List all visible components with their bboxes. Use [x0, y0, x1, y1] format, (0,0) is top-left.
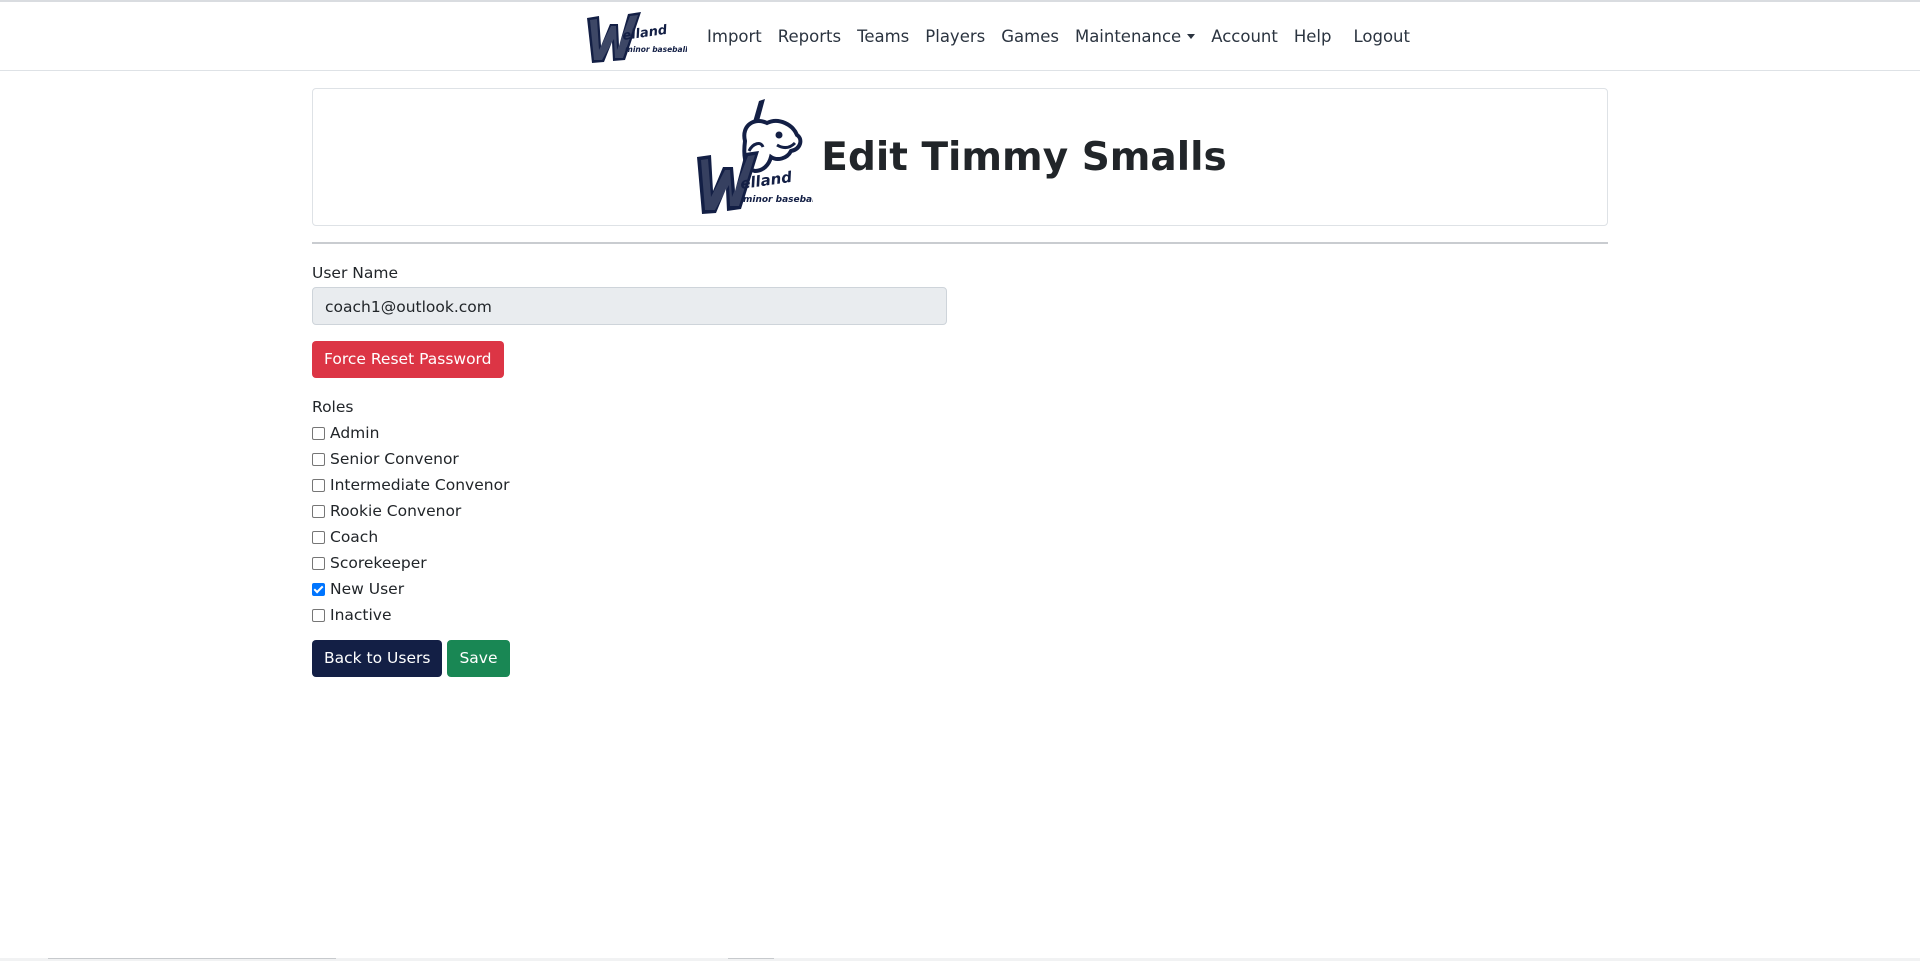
- top-navbar: elland minor baseball Import Reports Tea…: [0, 2, 1920, 71]
- role-coach-label[interactable]: Coach: [330, 528, 378, 546]
- nav-help[interactable]: Help: [1286, 19, 1340, 54]
- role-intermediate-convenor-label[interactable]: Intermediate Convenor: [330, 476, 509, 494]
- brand-logo[interactable]: elland minor baseball: [583, 6, 687, 66]
- save-button[interactable]: Save: [447, 640, 510, 677]
- role-rookie-convenor: Rookie Convenor: [312, 498, 1608, 524]
- roles-list: Admin Senior Convenor Intermediate Conve…: [312, 420, 1608, 628]
- nav-teams[interactable]: Teams: [849, 19, 917, 54]
- role-senior-convenor-checkbox[interactable]: [312, 452, 325, 466]
- role-admin-checkbox[interactable]: [312, 426, 325, 440]
- nav-reports[interactable]: Reports: [770, 19, 849, 54]
- role-inactive-checkbox[interactable]: [312, 608, 325, 622]
- roles-label: Roles: [312, 398, 354, 416]
- role-inactive-label[interactable]: Inactive: [330, 606, 392, 624]
- role-rookie-convenor-checkbox[interactable]: [312, 504, 325, 518]
- nav-logout[interactable]: Logout: [1345, 19, 1418, 54]
- form-actions: Back to Users Save: [312, 640, 1608, 677]
- username-field[interactable]: coach1@outlook.com: [312, 287, 947, 325]
- role-admin-label[interactable]: Admin: [330, 424, 379, 442]
- page-header-card: elland minor baseball Edit Timmy Smalls: [312, 88, 1608, 226]
- role-admin: Admin: [312, 420, 1608, 446]
- role-new-user-checkbox[interactable]: [312, 582, 325, 596]
- svg-text:minor baseball: minor baseball: [743, 195, 813, 205]
- nav-account[interactable]: Account: [1203, 19, 1286, 54]
- nav-links: Import Reports Teams Players Games Maint…: [699, 19, 1418, 54]
- role-intermediate-convenor: Intermediate Convenor: [312, 472, 1608, 498]
- role-senior-convenor-label[interactable]: Senior Convenor: [330, 450, 459, 468]
- bottom-edge-segment: [48, 958, 336, 959]
- header-divider: [312, 242, 1608, 244]
- role-inactive: Inactive: [312, 602, 1608, 628]
- role-new-user-label[interactable]: New User: [330, 580, 404, 598]
- nav-maintenance-label: Maintenance: [1074, 26, 1182, 46]
- role-scorekeeper-checkbox[interactable]: [312, 556, 325, 570]
- nav-games[interactable]: Games: [993, 19, 1067, 54]
- caret-down-icon: [1187, 33, 1196, 39]
- role-rookie-convenor-label[interactable]: Rookie Convenor: [330, 502, 461, 520]
- nav-maintenance-dropdown[interactable]: Maintenance: [1067, 19, 1203, 54]
- main-content: elland minor baseball Edit Timmy Smalls …: [312, 88, 1608, 677]
- role-coach-checkbox[interactable]: [312, 530, 325, 544]
- navbar-content: elland minor baseball Import Reports Tea…: [583, 2, 1418, 70]
- role-scorekeeper: Scorekeeper: [312, 550, 1608, 576]
- svg-text:minor baseball: minor baseball: [625, 45, 687, 54]
- nav-players[interactable]: Players: [917, 19, 993, 54]
- force-reset-password-button[interactable]: Force Reset Password: [312, 341, 504, 378]
- role-scorekeeper-label[interactable]: Scorekeeper: [330, 554, 427, 572]
- mascot-logo: elland minor baseball: [697, 99, 813, 214]
- role-new-user: New User: [312, 576, 1608, 602]
- bottom-edge-segment: [728, 958, 774, 959]
- page-title: Edit Timmy Smalls: [821, 134, 1227, 180]
- nav-import[interactable]: Import: [699, 19, 770, 54]
- role-coach: Coach: [312, 524, 1608, 550]
- role-intermediate-convenor-checkbox[interactable]: [312, 478, 325, 492]
- username-label: User Name: [312, 264, 398, 282]
- role-senior-convenor: Senior Convenor: [312, 446, 1608, 472]
- back-to-users-button[interactable]: Back to Users: [312, 640, 443, 677]
